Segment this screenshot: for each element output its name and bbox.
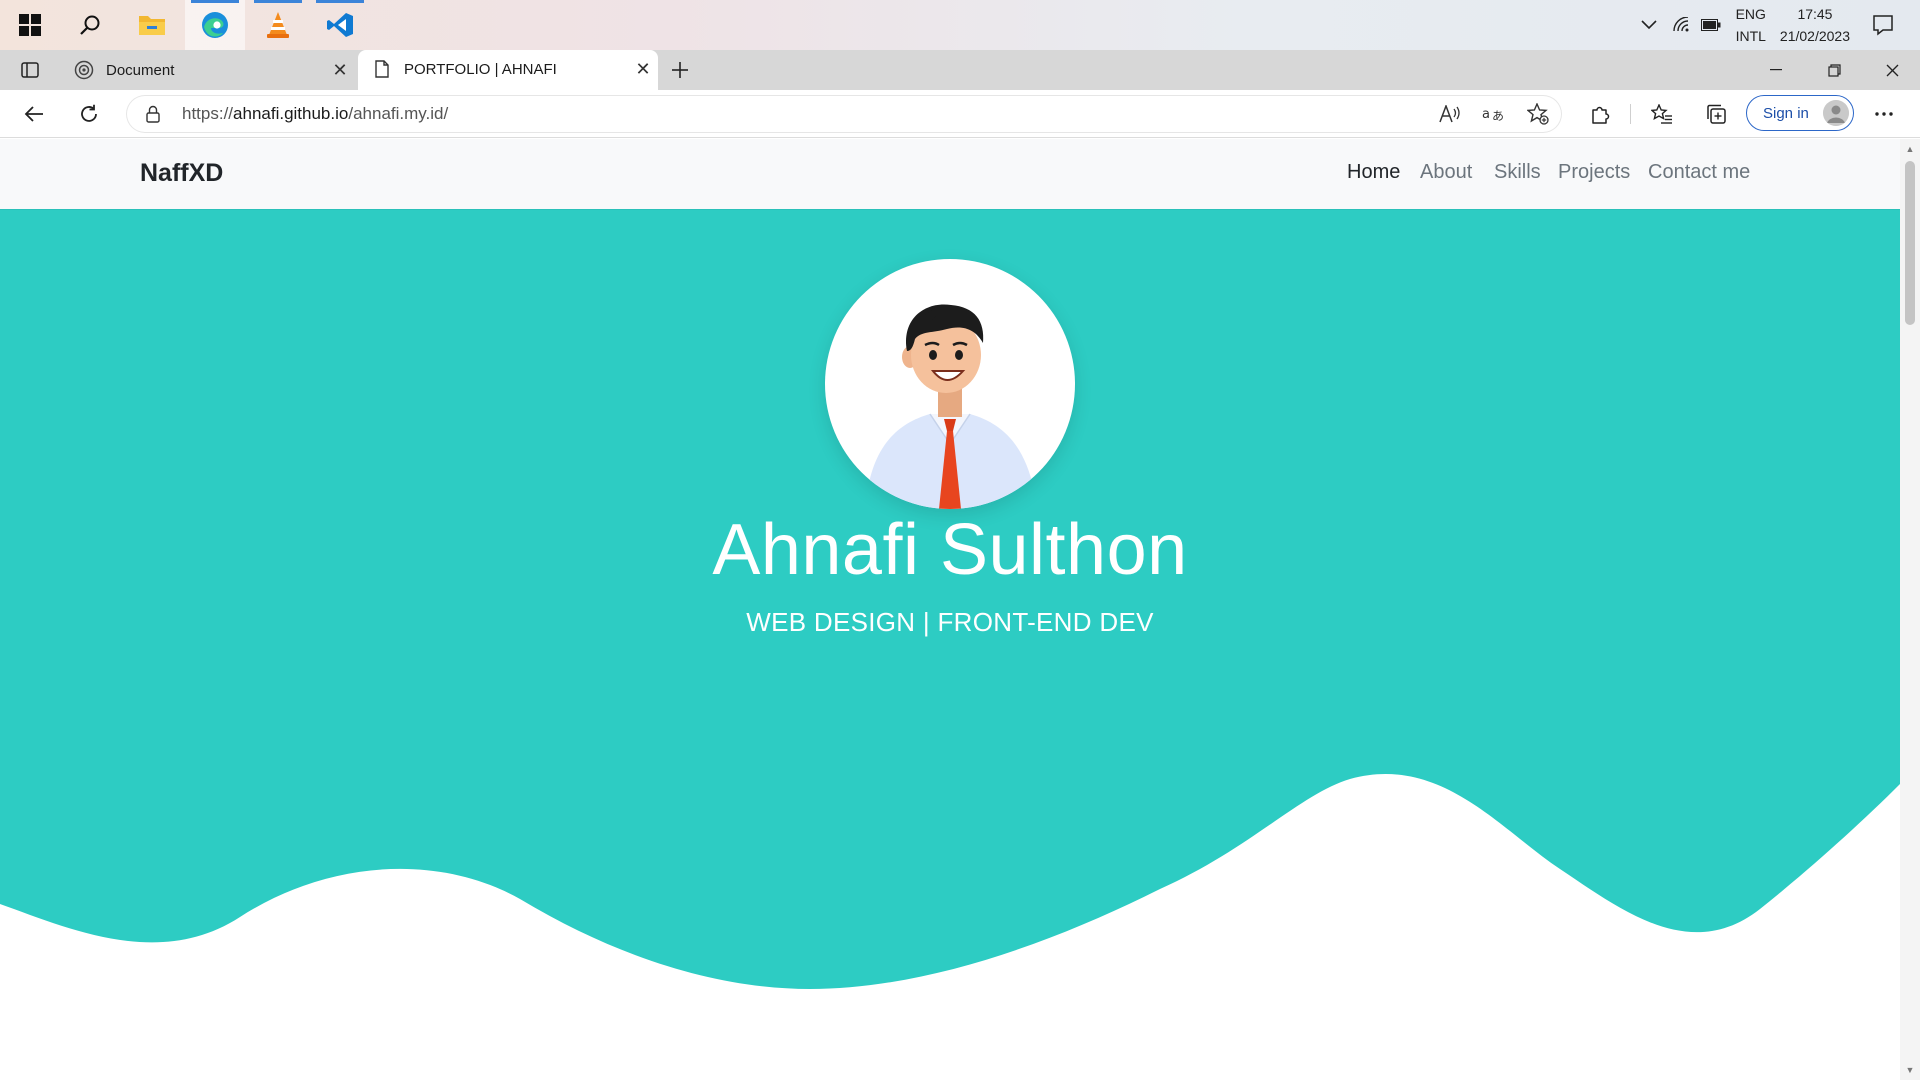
broadcast-icon	[72, 58, 96, 82]
scroll-thumb[interactable]	[1905, 161, 1915, 325]
scroll-down-icon[interactable]: ▼	[1900, 1062, 1920, 1078]
search-icon[interactable]	[60, 0, 120, 50]
notifications-icon[interactable]	[1870, 12, 1896, 38]
url-host: ahnafi.github.io	[233, 104, 349, 123]
browser-tab-strip: Document ✕ PORTFOLIO | AHNAFI ✕	[0, 50, 1920, 90]
more-options-icon[interactable]	[1866, 96, 1902, 132]
profile-avatar-icon	[1823, 100, 1849, 126]
vlc-icon[interactable]	[248, 0, 308, 50]
lock-icon[interactable]	[134, 105, 172, 123]
tab-title: Document	[106, 61, 175, 79]
close-tab-icon[interactable]: ✕	[628, 59, 658, 80]
battery-icon[interactable]	[1698, 12, 1724, 38]
language-indicator[interactable]: ENG INTL	[1736, 3, 1766, 47]
url-text: https://ahnafi.github.io/ahnafi.my.id/	[182, 104, 448, 124]
back-icon[interactable]	[16, 96, 52, 132]
restore-icon[interactable]	[1806, 50, 1862, 90]
favorites-icon[interactable]	[1644, 96, 1680, 132]
svg-text:あ: あ	[1492, 109, 1504, 123]
profile-avatar	[825, 259, 1075, 509]
nav-home[interactable]: Home	[1347, 161, 1400, 184]
translate-icon[interactable]: aあ	[1476, 96, 1512, 132]
toolbar-divider	[1630, 104, 1631, 124]
url-scheme: https://	[182, 104, 234, 123]
scroll-up-icon[interactable]: ▲	[1900, 141, 1920, 157]
close-window-icon[interactable]	[1864, 50, 1920, 90]
system-tray: ENG INTL 17:45 21/02/2023	[1636, 0, 1920, 50]
address-bar[interactable]: https://ahnafi.github.io/ahnafi.my.id/ a…	[126, 95, 1562, 133]
page-scrollbar[interactable]: ▲ ▼	[1900, 139, 1920, 1080]
wifi-icon[interactable]	[1668, 12, 1694, 38]
svg-text:a: a	[1482, 107, 1490, 122]
read-aloud-icon[interactable]	[1432, 96, 1468, 132]
tab-document[interactable]: Document ✕	[60, 50, 355, 90]
brand-logo[interactable]: NaffXD	[140, 159, 223, 188]
keyboard-layout: INTL	[1735, 28, 1766, 44]
collections-icon[interactable]	[1698, 96, 1734, 132]
web-page: Ahnafi Sulthon WEB DESIGN | FRONT-END DE…	[0, 139, 1900, 1080]
site-navbar: NaffXD Home About Skills Projects Contac…	[0, 139, 1900, 209]
add-favorite-icon[interactable]	[1520, 96, 1556, 132]
new-tab-icon[interactable]	[662, 52, 698, 88]
file-explorer-icon[interactable]	[122, 0, 182, 50]
tab-actions-icon[interactable]	[12, 52, 48, 88]
developer-illustration-icon	[865, 304, 1037, 509]
sign-in-label: Sign in	[1763, 104, 1809, 122]
hero-subtitle: WEB DESIGN | FRONT-END DEV	[746, 607, 1154, 637]
windows-start-icon[interactable]	[0, 0, 60, 50]
language-code: ENG	[1735, 6, 1766, 22]
chevron-up-icon[interactable]	[1636, 12, 1662, 38]
windows-taskbar: ENG INTL 17:45 21/02/2023	[0, 0, 1920, 50]
clock[interactable]: 17:45 21/02/2023	[1780, 3, 1850, 47]
minimize-icon[interactable]	[1748, 50, 1804, 90]
clock-time: 17:45	[1797, 6, 1833, 22]
extensions-icon[interactable]	[1582, 96, 1618, 132]
nav-about[interactable]: About	[1420, 161, 1472, 184]
page-icon	[370, 57, 394, 81]
tab-portfolio[interactable]: PORTFOLIO | AHNAFI ✕	[358, 50, 658, 90]
hero-name: Ahnafi Sulthon	[712, 510, 1188, 590]
tab-title: PORTFOLIO | AHNAFI	[404, 60, 557, 78]
hero-section: Ahnafi Sulthon WEB DESIGN | FRONT-END DE…	[0, 209, 1900, 1080]
edge-icon[interactable]	[185, 0, 245, 50]
close-tab-icon[interactable]: ✕	[325, 60, 355, 81]
nav-contact[interactable]: Contact me	[1648, 161, 1750, 184]
clock-date: 21/02/2023	[1779, 28, 1850, 44]
url-path: /ahnafi.my.id/	[348, 104, 449, 123]
refresh-icon[interactable]	[71, 96, 107, 132]
nav-skills[interactable]: Skills	[1494, 161, 1541, 184]
sign-in-button[interactable]: Sign in	[1746, 95, 1854, 131]
vscode-icon[interactable]	[310, 0, 370, 50]
browser-toolbar: https://ahnafi.github.io/ahnafi.my.id/ a…	[0, 90, 1920, 138]
nav-projects[interactable]: Projects	[1558, 161, 1630, 184]
